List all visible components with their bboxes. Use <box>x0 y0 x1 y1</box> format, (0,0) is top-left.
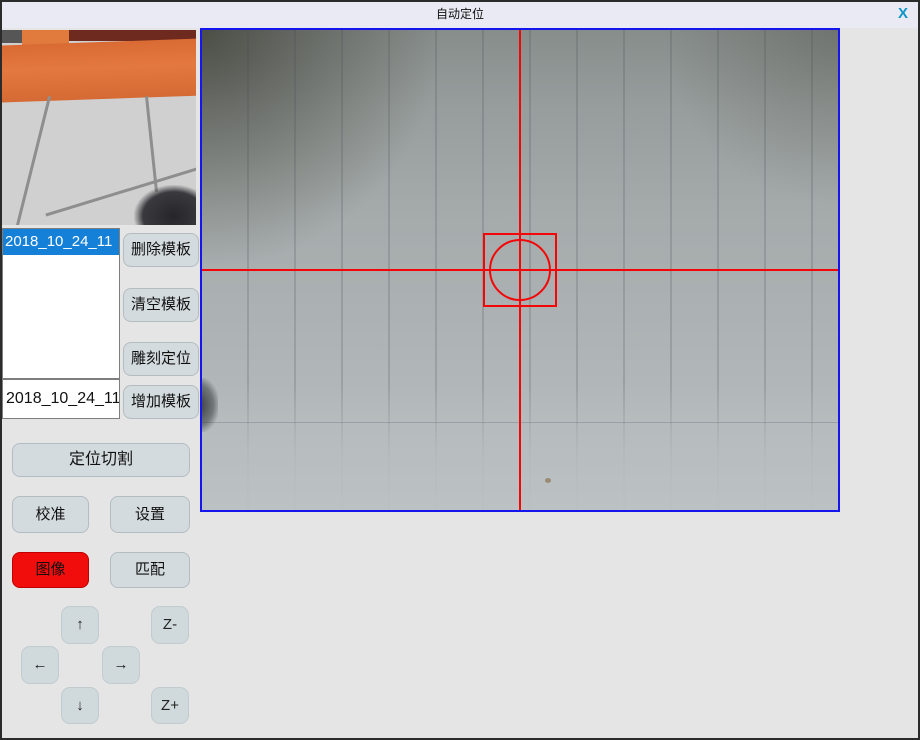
thumbnail-orange-beam <box>2 38 196 102</box>
close-icon[interactable]: X <box>893 4 913 24</box>
image-button[interactable]: 图像 <box>12 552 89 588</box>
position-cut-button[interactable]: 定位切割 <box>12 443 190 477</box>
jog-up-button[interactable]: ↑ <box>61 606 99 644</box>
template-list[interactable]: 2018_10_24_11 <box>2 228 120 379</box>
camera-dark-blob <box>200 378 218 432</box>
engrave-position-button[interactable]: 雕刻定位 <box>123 342 199 376</box>
auto-positioning-dialog: 自动定位 X 2018_10_24_11 2018_10_24_11 删除模板 … <box>0 0 920 740</box>
template-name-input[interactable]: 2018_10_24_11 <box>2 379 120 419</box>
jog-z-plus-button[interactable]: Z+ <box>151 687 189 724</box>
delete-template-button[interactable]: 删除模板 <box>123 233 199 267</box>
jog-right-button[interactable]: → <box>102 646 140 684</box>
template-list-item-selected[interactable]: 2018_10_24_11 <box>3 229 119 255</box>
thumbnail-tile-line <box>145 96 158 192</box>
match-button[interactable]: 匹配 <box>110 552 190 588</box>
match-region-circle <box>489 239 551 301</box>
add-template-button[interactable]: 增加模板 <box>123 385 199 419</box>
settings-button[interactable]: 设置 <box>110 496 190 533</box>
jog-down-button[interactable]: ↓ <box>61 687 99 724</box>
template-thumbnail[interactable] <box>2 30 196 225</box>
thumbnail-dark-blob <box>134 185 196 225</box>
dialog-title: 自动定位 <box>0 0 920 28</box>
clear-templates-button[interactable]: 清空模板 <box>123 288 199 322</box>
title-bar: 自动定位 <box>0 0 920 28</box>
calibrate-button[interactable]: 校准 <box>12 496 89 533</box>
camera-speck <box>545 478 551 483</box>
thumbnail-tile-line <box>12 96 51 225</box>
camera-view[interactable] <box>200 28 840 512</box>
jog-left-button[interactable]: ← <box>21 646 59 684</box>
jog-z-minus-button[interactable]: Z- <box>151 606 189 644</box>
